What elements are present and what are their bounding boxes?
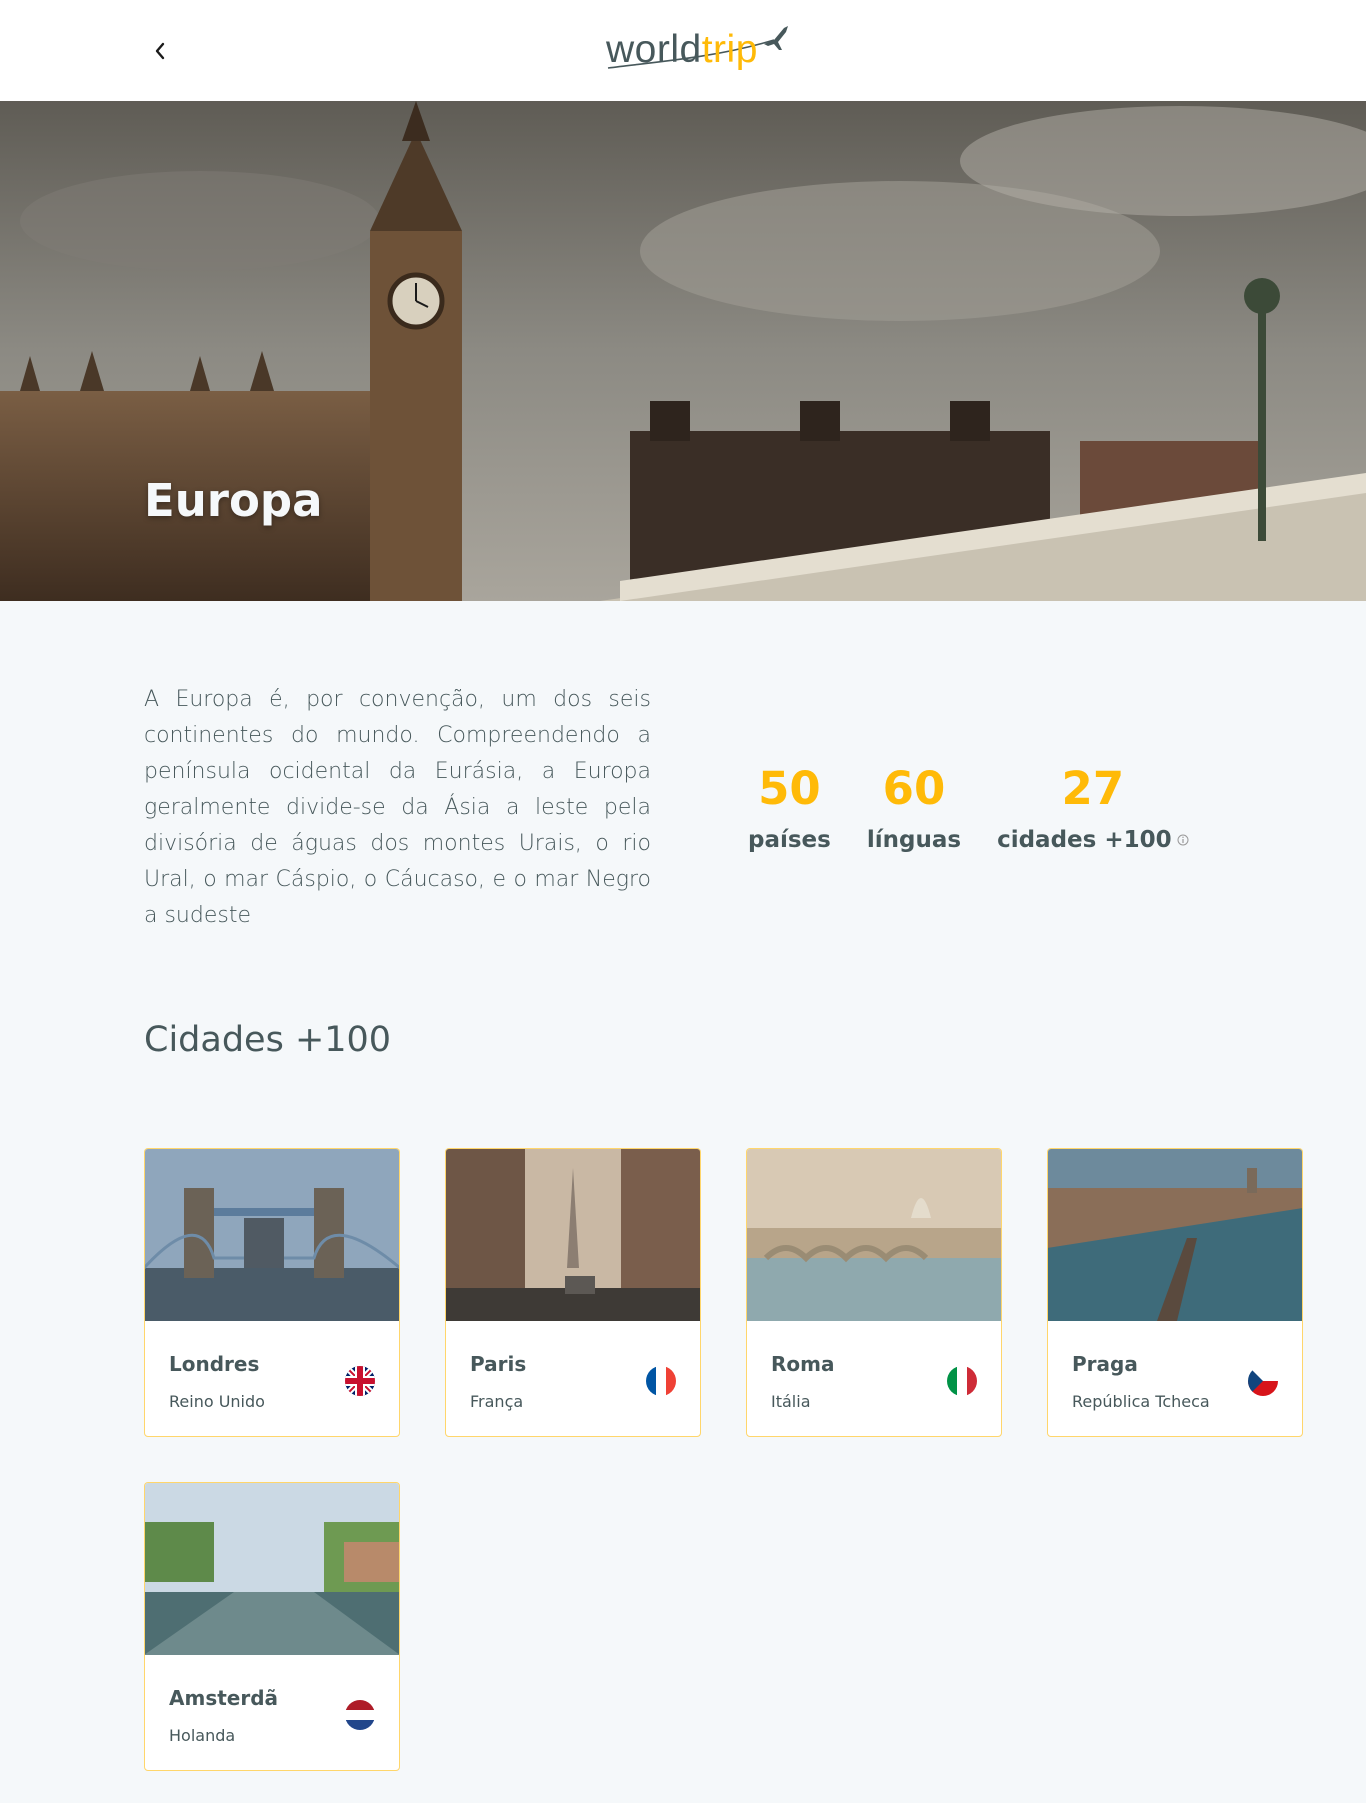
- city-card-roma[interactable]: Roma Itália: [746, 1148, 1002, 1437]
- city-country: Itália: [771, 1392, 811, 1411]
- city-country: Holanda: [169, 1726, 236, 1745]
- city-image: [446, 1149, 700, 1321]
- stat-label: países: [748, 827, 831, 853]
- city-name: Roma: [771, 1352, 835, 1376]
- logo-trip: trip: [701, 28, 758, 71]
- stat-value: 60: [882, 762, 946, 815]
- italy-flag-icon: [947, 1366, 977, 1396]
- france-flag-icon: [646, 1366, 676, 1396]
- worldtrip-logo[interactable]: worldtrip: [604, 22, 794, 78]
- city-country: Reino Unido: [169, 1392, 265, 1411]
- continent-stats: 50 países 60 línguas 27 cidades +100: [748, 756, 1189, 858]
- netherlands-flag-icon: [345, 1700, 375, 1730]
- city-image: [747, 1149, 1001, 1321]
- city-name: Paris: [470, 1352, 527, 1376]
- city-image: [145, 1483, 399, 1655]
- stat-label: línguas: [866, 827, 962, 853]
- stat-languages: 60 línguas: [867, 756, 961, 858]
- city-name: Londres: [169, 1352, 260, 1376]
- cities-section-title: Cidades +100: [144, 1020, 392, 1060]
- city-card-londres[interactable]: Londres Reino Unido: [144, 1148, 400, 1437]
- czech-flag-icon: [1248, 1366, 1278, 1396]
- city-country: França: [470, 1392, 524, 1411]
- continent-description: A Europa é, por convenção, um dos seis c…: [144, 687, 651, 928]
- stat-value: 50: [758, 762, 821, 815]
- city-name: Praga: [1072, 1352, 1138, 1376]
- info-icon[interactable]: [1177, 834, 1189, 846]
- stat-cities: 27 cidades +100: [997, 756, 1189, 858]
- app-header: worldtrip: [0, 0, 1366, 101]
- logo-text: worldtrip: [606, 30, 758, 70]
- logo-world: world: [606, 28, 702, 71]
- airplane-icon: [764, 26, 788, 50]
- city-image: [1048, 1149, 1302, 1321]
- stat-label: cidades +100: [997, 827, 1172, 853]
- stat-label-row: cidades +100: [997, 822, 1189, 858]
- back-button[interactable]: [145, 36, 175, 66]
- stat-countries: 50 países: [748, 756, 831, 858]
- city-image: [145, 1149, 399, 1321]
- city-country: República Tcheca: [1072, 1392, 1210, 1411]
- city-card-amsterda[interactable]: Amsterdã Holanda: [144, 1482, 400, 1771]
- city-card-paris[interactable]: Paris França: [445, 1148, 701, 1437]
- city-name: Amsterdã: [169, 1686, 279, 1710]
- continent-title: Europa: [144, 474, 323, 527]
- chevron-left-icon: [155, 42, 165, 60]
- continent-banner: Europa: [0, 101, 1366, 601]
- uk-flag-icon: [345, 1366, 375, 1396]
- city-card-praga[interactable]: Praga República Tcheca: [1047, 1148, 1303, 1437]
- stat-value: 27: [1061, 762, 1125, 815]
